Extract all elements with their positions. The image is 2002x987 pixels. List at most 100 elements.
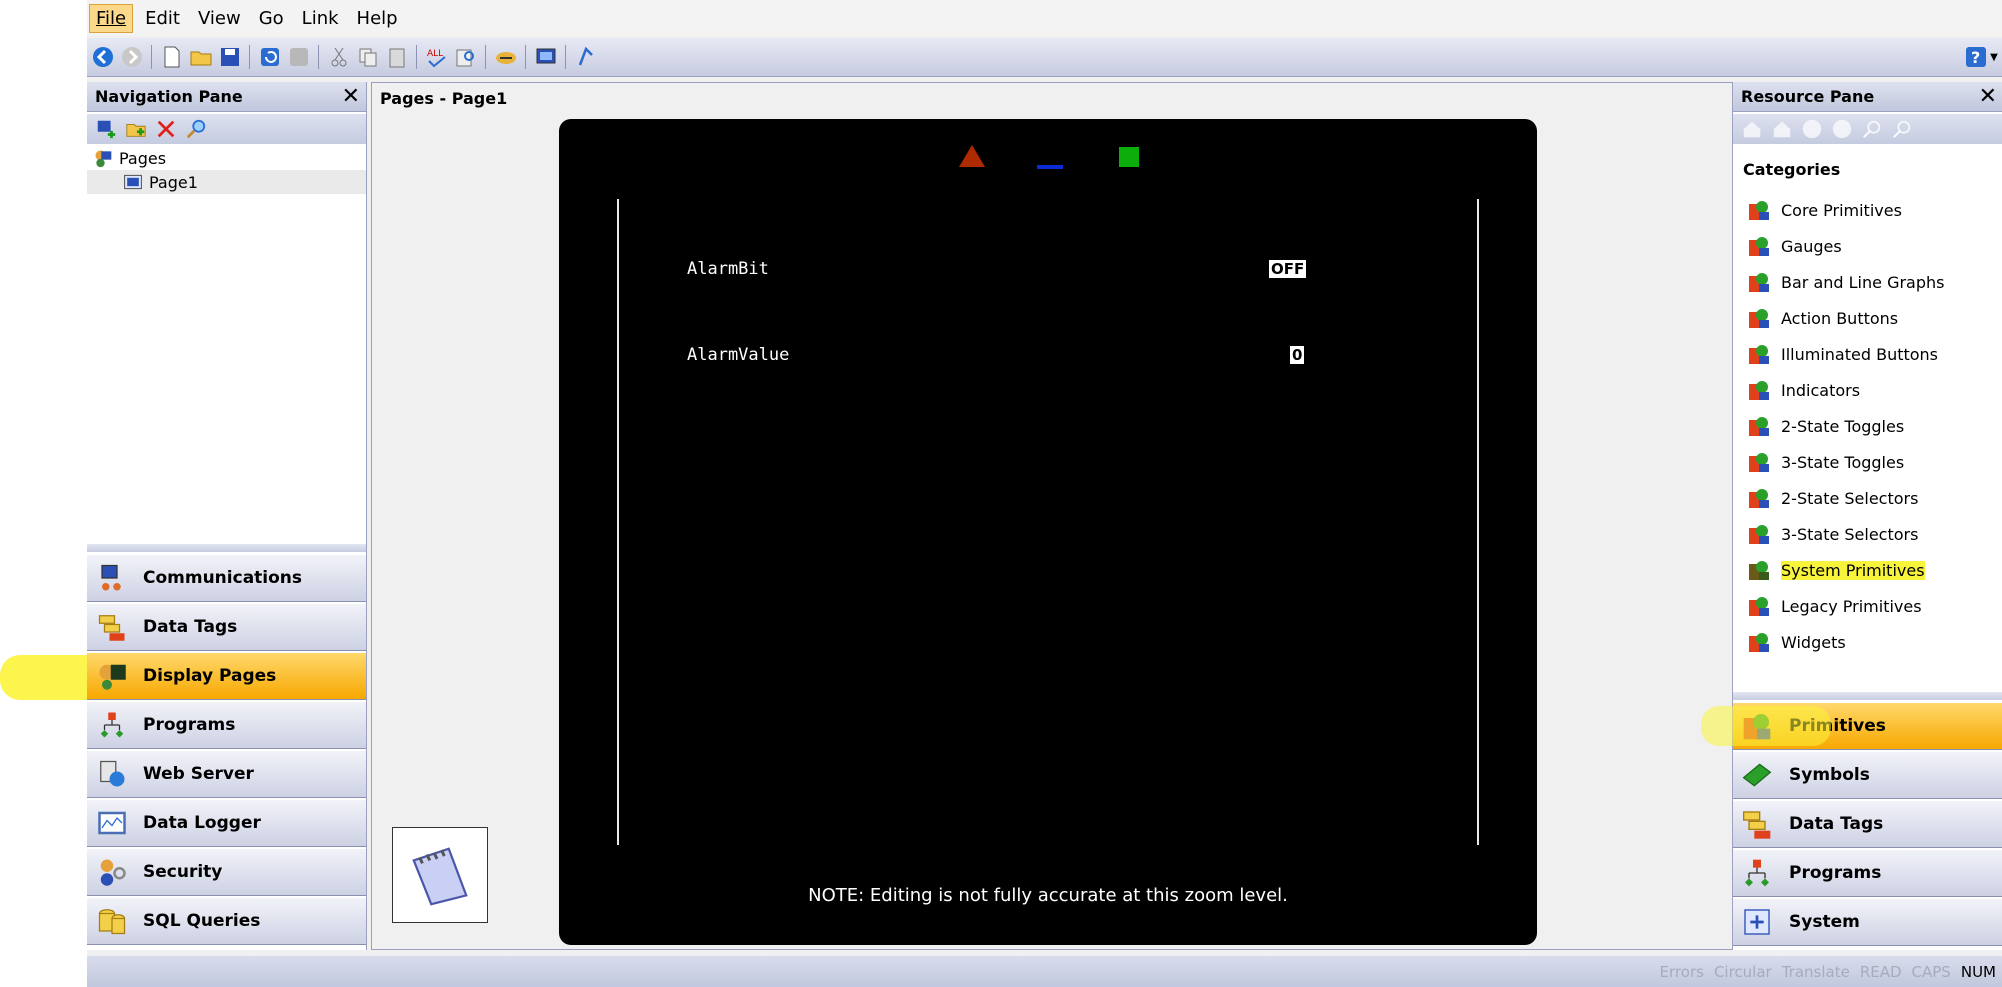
alarm-bit-label[interactable]: AlarmBit [687, 259, 769, 279]
data-tags-icon [95, 610, 129, 644]
frame-right-line[interactable] [1477, 199, 1479, 845]
nav-button-display-pages[interactable]: Display Pages [87, 652, 366, 700]
menu-go[interactable]: Go [253, 5, 290, 32]
tree-item-page1[interactable]: Page1 [87, 170, 366, 194]
save-icon[interactable] [216, 44, 243, 71]
page-editor-title: Pages - Page1 [380, 88, 508, 108]
nav-button-sql-queries[interactable]: SQL Queries [87, 897, 366, 945]
category-icon [1749, 201, 1769, 220]
menu-help[interactable]: Help [351, 5, 404, 32]
spell-check-icon[interactable]: ALL [423, 44, 450, 71]
nav-button-data-logger[interactable]: Data Logger [87, 799, 366, 847]
category-system-primitives[interactable]: System Primitives [1733, 552, 2002, 588]
nav-button-web-server[interactable]: Web Server [87, 750, 366, 798]
open-folder-icon[interactable] [187, 44, 214, 71]
forward-icon[interactable] [1831, 118, 1853, 140]
paste-icon[interactable] [383, 44, 410, 71]
data-logger-icon [95, 806, 129, 840]
menu-edit[interactable]: Edit [139, 5, 186, 32]
properties-icon[interactable] [185, 118, 207, 140]
category-core-primitives[interactable]: Core Primitives [1733, 192, 2002, 228]
app-window: File Edit View Go Link Help ALL ? ▼ Navi… [87, 0, 2002, 987]
nav-button-programs[interactable]: Programs [87, 701, 366, 749]
category-icon [1749, 561, 1769, 580]
home-icon[interactable] [1741, 118, 1763, 140]
svg-text:?: ? [1971, 48, 1980, 67]
help-icon: ? [1966, 47, 1987, 67]
toolbar: ALL ? ▼ [87, 38, 2002, 77]
copy-icon[interactable] [354, 44, 381, 71]
category-2-state-selectors[interactable]: 2-State Selectors [1733, 480, 2002, 516]
page-editor: Pages - Page1 AlarmBit OFF AlarmValue 0 … [371, 82, 1811, 950]
nav-button-communications[interactable]: Communications [87, 554, 366, 602]
category-legacy-primitives[interactable]: Legacy Primitives [1733, 588, 2002, 624]
status-translate: Translate [1781, 962, 1850, 981]
back-icon[interactable] [89, 44, 116, 71]
help-dropdown[interactable]: ? ▼ [1964, 44, 1998, 70]
resource-button-programs[interactable]: Programs [1733, 849, 2002, 897]
add-folder-icon[interactable] [125, 118, 147, 140]
nav-button-label: Display Pages [143, 666, 277, 686]
menu-link[interactable]: Link [296, 5, 345, 32]
zoom-out-icon[interactable] [1891, 118, 1913, 140]
status-caps: CAPS [1911, 962, 1951, 981]
tree-item-pages[interactable]: Pages [87, 146, 366, 170]
nav-button-security[interactable]: Security [87, 848, 366, 896]
close-icon[interactable]: ✕ [1979, 84, 1997, 109]
close-icon[interactable]: ✕ [342, 84, 360, 109]
display-canvas[interactable]: AlarmBit OFF AlarmValue 0 NOTE: Editing … [559, 119, 1537, 945]
menu-view[interactable]: View [192, 5, 247, 32]
category-illuminated-buttons[interactable]: Illuminated Buttons [1733, 336, 2002, 372]
transfer-icon[interactable] [492, 44, 519, 71]
cut-icon[interactable] [325, 44, 352, 71]
category-3-state-selectors[interactable]: 3-State Selectors [1733, 516, 2002, 552]
resource-pane: Resource Pane ✕ Categories Core Primitiv… [1732, 82, 2002, 950]
up-level-icon[interactable] [1771, 118, 1793, 140]
resource-toolbar [1733, 114, 2002, 144]
menu-file[interactable]: File [89, 3, 134, 33]
nav-button-data-tags[interactable]: Data Tags [87, 603, 366, 651]
category-action-buttons[interactable]: Action Buttons [1733, 300, 2002, 336]
resource-button-system[interactable]: System [1733, 898, 2002, 946]
category-icon [1749, 273, 1769, 292]
toolbar-separator [151, 45, 152, 69]
chevron-down-icon: ▼ [1990, 51, 1998, 63]
back-icon[interactable] [1801, 118, 1823, 140]
category-bar-and-line-graphs[interactable]: Bar and Line Graphs [1733, 264, 2002, 300]
toolbar-separator [249, 45, 250, 69]
resource-button-data-tags[interactable]: Data Tags [1733, 800, 2002, 848]
red-triangle-shape[interactable] [959, 145, 985, 167]
delete-icon[interactable] [155, 118, 177, 140]
redo-icon[interactable] [285, 44, 312, 71]
undo-icon[interactable] [256, 44, 283, 71]
toolbar-separator [485, 45, 486, 69]
frame-left-line[interactable] [617, 199, 619, 845]
category-icon [1749, 345, 1769, 364]
page-editor-header: Pages - Page1 [372, 83, 1810, 113]
zoom-in-icon[interactable] [1861, 118, 1883, 140]
display-icon[interactable] [532, 44, 559, 71]
category-indicators[interactable]: Indicators [1733, 372, 2002, 408]
category-icon [1749, 381, 1769, 400]
green-square-shape[interactable] [1119, 147, 1139, 167]
category-3-state-toggles[interactable]: 3-State Toggles [1733, 444, 2002, 480]
notes-button[interactable] [392, 827, 488, 923]
resource-button-symbols[interactable]: Symbols [1733, 751, 2002, 799]
forward-icon[interactable] [118, 44, 145, 71]
category-gauges[interactable]: Gauges [1733, 228, 2002, 264]
navigation-toolbar [87, 114, 366, 144]
nav-button-label: Security [143, 862, 223, 882]
link-icon[interactable] [572, 44, 599, 71]
pane-splitter[interactable] [1733, 692, 2002, 700]
navigation-pane-title: Navigation Pane [95, 87, 243, 106]
add-page-icon[interactable] [95, 118, 117, 140]
category-2-state-toggles[interactable]: 2-State Toggles [1733, 408, 2002, 444]
find-icon[interactable] [452, 44, 479, 71]
alarm-value-label[interactable]: AlarmValue [687, 345, 789, 365]
blue-line-shape[interactable] [1037, 165, 1063, 169]
alarm-value-display[interactable]: 0 [1290, 346, 1305, 364]
category-widgets[interactable]: Widgets [1733, 624, 2002, 660]
pane-splitter[interactable] [87, 544, 366, 552]
alarm-bit-value[interactable]: OFF [1269, 260, 1307, 278]
new-file-icon[interactable] [158, 44, 185, 71]
